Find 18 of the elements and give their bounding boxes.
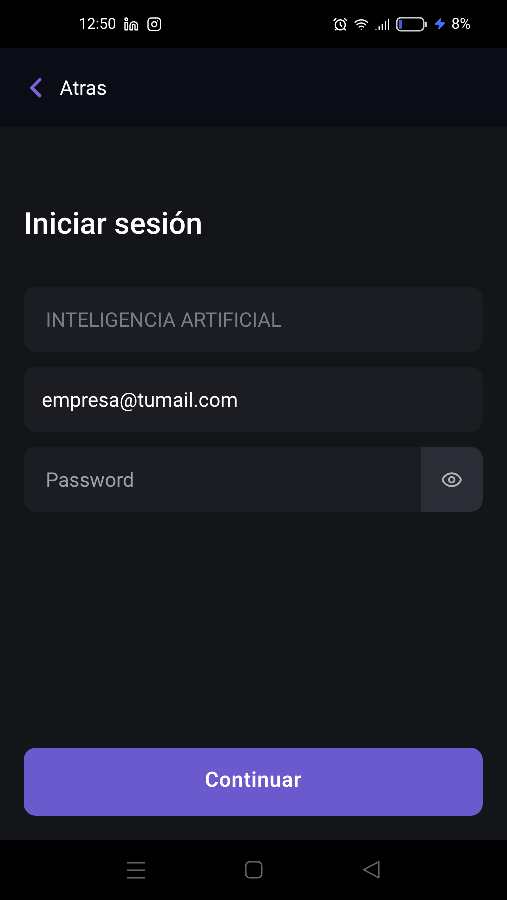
charging-icon <box>434 18 446 30</box>
show-password-button[interactable] <box>421 447 483 512</box>
linkedin-icon <box>124 16 140 32</box>
battery-icon <box>396 16 428 32</box>
menu-icon[interactable] <box>127 862 145 878</box>
battery-percent: 8% <box>452 14 471 35</box>
instagram-icon <box>147 16 162 32</box>
page-title: Iniciar sesión <box>24 206 204 244</box>
wifi-icon <box>354 16 369 32</box>
text-field[interactable]: empresa@tumail.com <box>24 367 483 432</box>
continue-button[interactable]: Continuar <box>24 748 483 816</box>
status-time: 12:50 <box>79 14 116 35</box>
password-field[interactable]: Password <box>24 447 421 512</box>
back-nav-icon[interactable] <box>363 861 380 879</box>
back-button[interactable]: Atras <box>20 72 108 104</box>
signal-icon <box>374 16 390 32</box>
home-icon[interactable] <box>245 861 263 879</box>
alarm-icon <box>332 16 348 32</box>
